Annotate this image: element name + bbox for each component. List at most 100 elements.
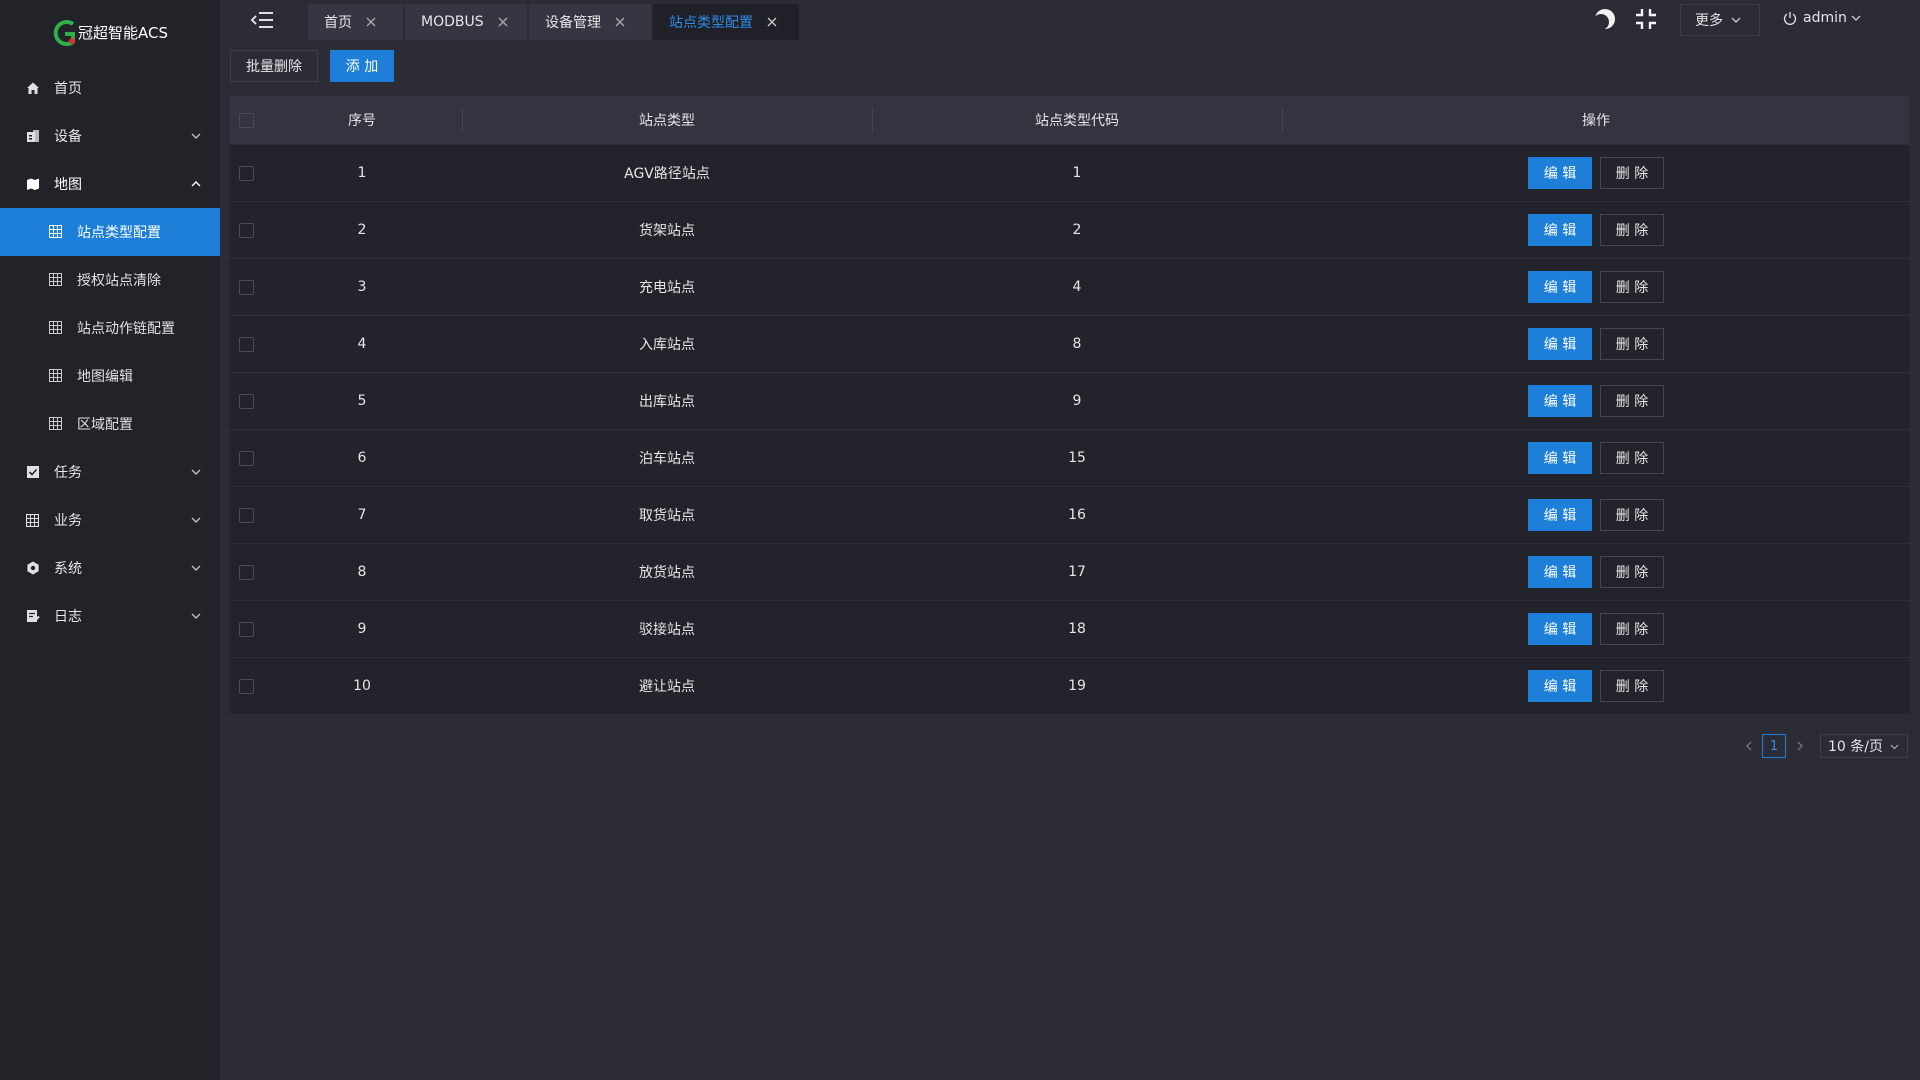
chevron-down-icon — [1890, 744, 1899, 750]
sidebar-subitem-action-chain-config[interactable]: 站点动作链配置 — [0, 304, 220, 352]
delete-button[interactable]: 删 除 — [1600, 556, 1664, 588]
tab-station-type-config[interactable]: 站点类型配置 — [653, 4, 799, 40]
tab-label: 首页 — [324, 15, 352, 31]
row-actions: 编 辑 删 除 — [1282, 544, 1910, 600]
more-dropdown[interactable]: 更多 — [1680, 4, 1760, 36]
row-checkbox[interactable] — [238, 279, 254, 295]
row-checkbox[interactable] — [238, 507, 254, 523]
row-station-type: 放货站点 — [639, 565, 695, 581]
table-row: 3 充电站点 4 编 辑 删 除 — [230, 258, 1910, 315]
row-checkbox[interactable] — [238, 336, 254, 352]
menu-fold-icon[interactable] — [250, 10, 274, 32]
select-all-checkbox[interactable] — [238, 112, 254, 128]
close-icon[interactable] — [366, 17, 376, 27]
prev-page-icon[interactable] — [1740, 734, 1756, 758]
row-actions: 编 辑 删 除 — [1282, 658, 1910, 714]
next-page-icon[interactable] — [1792, 734, 1808, 758]
tab-device-management[interactable]: 设备管理 — [529, 4, 651, 40]
sidebar-subitem-label: 站点动作链配置 — [77, 321, 175, 337]
close-icon[interactable] — [498, 17, 508, 27]
pagination: 1 10 条/页 — [1740, 734, 1908, 758]
add-button[interactable]: 添 加 — [330, 50, 394, 82]
station-type-table: 序号 站点类型 站点类型代码 操作 1 AGV路径站点 1 编 辑 删 除 2 … — [230, 96, 1910, 714]
row-actions: 编 辑 删 除 — [1282, 487, 1910, 543]
tab-label: 设备管理 — [545, 15, 601, 31]
map-icon — [25, 177, 40, 192]
sidebar-subitem-area-config[interactable]: 区域配置 — [0, 400, 220, 448]
edit-button[interactable]: 编 辑 — [1528, 670, 1592, 702]
edit-button[interactable]: 编 辑 — [1528, 499, 1592, 531]
sidebar-item-business[interactable]: 业务 — [0, 496, 220, 544]
log-icon — [25, 609, 40, 624]
sidebar-item-task[interactable]: 任务 — [0, 448, 220, 496]
close-icon[interactable] — [615, 17, 625, 27]
edit-button[interactable]: 编 辑 — [1528, 214, 1592, 246]
delete-button[interactable]: 删 除 — [1600, 157, 1664, 189]
column-header-station-type: 站点类型 — [639, 113, 695, 129]
row-checkbox[interactable] — [238, 678, 254, 694]
sidebar-subitem-station-type-config[interactable]: 站点类型配置 — [0, 208, 220, 256]
sidebar-subitem-label: 站点类型配置 — [77, 225, 161, 241]
edit-button[interactable]: 编 辑 — [1528, 157, 1592, 189]
sidebar-item-device[interactable]: 设备 — [0, 112, 220, 160]
edit-button[interactable]: 编 辑 — [1528, 271, 1592, 303]
delete-button[interactable]: 删 除 — [1600, 442, 1664, 474]
row-station-type: 入库站点 — [639, 337, 695, 353]
row-checkbox-cell — [230, 259, 262, 315]
delete-button[interactable]: 删 除 — [1600, 499, 1664, 531]
edit-button[interactable]: 编 辑 — [1528, 385, 1592, 417]
sidebar-item-home[interactable]: 首页 — [0, 64, 220, 112]
row-checkbox[interactable] — [238, 564, 254, 580]
row-index: 4 — [357, 336, 367, 352]
edit-button[interactable]: 编 辑 — [1528, 613, 1592, 645]
row-actions: 编 辑 删 除 — [1282, 259, 1910, 315]
edit-button[interactable]: 编 辑 — [1528, 556, 1592, 588]
batch-delete-button[interactable]: 批量删除 — [230, 50, 318, 82]
tab-home[interactable]: 首页 — [308, 4, 403, 40]
delete-button[interactable]: 删 除 — [1600, 613, 1664, 645]
settings-icon — [25, 561, 40, 576]
tab-label: MODBUS — [421, 14, 484, 30]
delete-button[interactable]: 删 除 — [1600, 385, 1664, 417]
row-checkbox[interactable] — [238, 621, 254, 637]
table-header: 序号 站点类型 站点类型代码 操作 — [230, 96, 1910, 144]
fullscreen-exit-icon[interactable] — [1634, 7, 1658, 35]
delete-button[interactable]: 删 除 — [1600, 214, 1664, 246]
row-checkbox[interactable] — [238, 165, 254, 181]
page-number[interactable]: 1 — [1762, 734, 1786, 758]
row-index: 3 — [357, 279, 367, 295]
grid-icon — [49, 369, 63, 383]
sidebar-item-log[interactable]: 日志 — [0, 592, 220, 640]
table-row: 2 货架站点 2 编 辑 删 除 — [230, 201, 1910, 258]
row-checkbox-cell — [230, 145, 262, 201]
app-logo: 冠超智能ACS — [0, 0, 220, 64]
user-menu[interactable]: admin — [1783, 10, 1861, 26]
page-size-label: 10 条/页 — [1828, 739, 1883, 755]
sidebar-item-label: 任务 — [54, 465, 82, 481]
sidebar-subitem-map-edit[interactable]: 地图编辑 — [0, 352, 220, 400]
row-checkbox-cell — [230, 544, 262, 600]
row-checkbox[interactable] — [238, 393, 254, 409]
sidebar-subitem-auth-station-clear[interactable]: 授权站点清除 — [0, 256, 220, 304]
row-checkbox[interactable] — [238, 450, 254, 466]
theme-toggle-icon[interactable] — [1593, 7, 1617, 35]
table-row: 9 驳接站点 18 编 辑 删 除 — [230, 600, 1910, 657]
tab-modbus[interactable]: MODBUS — [405, 4, 527, 40]
table-row: 7 取货站点 16 编 辑 删 除 — [230, 486, 1910, 543]
delete-button[interactable]: 删 除 — [1600, 328, 1664, 360]
sidebar-item-map[interactable]: 地图 — [0, 160, 220, 208]
row-checkbox-cell — [230, 202, 262, 258]
sidebar-item-system[interactable]: 系统 — [0, 544, 220, 592]
edit-button[interactable]: 编 辑 — [1528, 442, 1592, 474]
sidebar-item-label: 设备 — [54, 129, 82, 145]
delete-button[interactable]: 删 除 — [1600, 670, 1664, 702]
column-divider — [872, 108, 873, 132]
top-bar: 首页 MODBUS 设备管理 站点类型配置 更多 admin — [220, 0, 1920, 42]
close-icon[interactable] — [767, 17, 777, 27]
row-station-code: 19 — [1068, 678, 1086, 694]
row-checkbox[interactable] — [238, 222, 254, 238]
page-size-select[interactable]: 10 条/页 — [1820, 734, 1908, 758]
edit-button[interactable]: 编 辑 — [1528, 328, 1592, 360]
delete-button[interactable]: 删 除 — [1600, 271, 1664, 303]
row-station-type: 货架站点 — [639, 223, 695, 239]
